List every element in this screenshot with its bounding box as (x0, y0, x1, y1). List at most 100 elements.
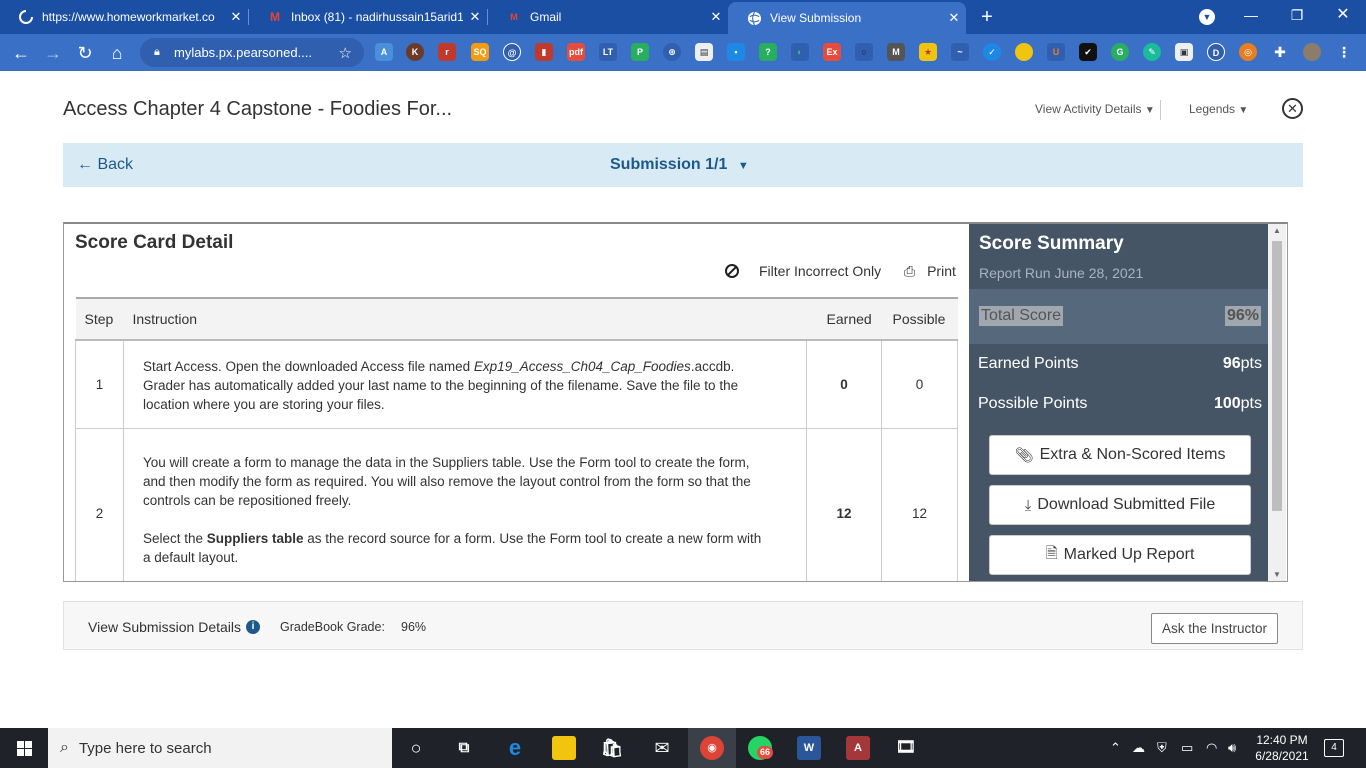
view-submission-details-link[interactable]: View Submission Details i (88, 619, 261, 635)
extension-icon[interactable]: ✎ (1143, 43, 1161, 61)
notification-center-icon[interactable]: 4 (1324, 739, 1344, 757)
extension-icon[interactable]: ▣ (1175, 43, 1193, 61)
extension-icon[interactable]: ✔ (1079, 43, 1097, 61)
windows-logo-icon (17, 749, 24, 756)
close-icon[interactable]: ✕ (704, 9, 728, 25)
score-card-detail: Score Card Detail Filter Incorrect Only … (64, 224, 967, 581)
extension-icon[interactable]: M (887, 43, 905, 61)
view-activity-details-link[interactable]: View Activity Details ▼ (1035, 102, 1155, 116)
arrow-left-icon: ← (77, 156, 93, 173)
submission-selector[interactable]: Submission 1/1 ▼ (610, 156, 749, 174)
edge-icon[interactable]: e (503, 736, 527, 760)
volume-icon[interactable]: 🔊︎ (1228, 740, 1236, 756)
extension-icon[interactable]: @ (503, 43, 521, 61)
marked-label: Marked Up Report (1063, 546, 1195, 563)
maximize-button[interactable]: ❐ (1274, 0, 1320, 30)
tab-homeworkmarket[interactable]: https://www.homeworkmarket.co ✕ (0, 0, 248, 34)
filter-incorrect-button[interactable]: Filter Incorrect Only (725, 263, 881, 279)
tab-search-icon[interactable]: ▼ (1199, 9, 1215, 25)
total-score-label: Total Score (979, 306, 1064, 326)
legends-label: Legends (1189, 102, 1236, 116)
scroll-down-icon[interactable]: ▼ (1268, 570, 1286, 579)
extension-icon[interactable]: ⊕ (663, 43, 681, 61)
back-label: Back (97, 156, 134, 173)
wifi-icon[interactable]: ◠ (1206, 740, 1217, 756)
scroll-up-icon[interactable]: ▲ (1268, 226, 1286, 235)
pts-unit: pts (1240, 355, 1262, 372)
extension-icon[interactable]: ◐ (791, 43, 809, 61)
extension-icon[interactable]: ○ (855, 43, 873, 61)
show-hidden-icons[interactable]: ⌃ (1110, 740, 1121, 756)
tab-gmail[interactable]: M Gmail ✕ (488, 0, 728, 34)
extension-icon[interactable]: LT (599, 43, 617, 61)
filter-label: Filter Incorrect Only (759, 263, 882, 279)
taskbar-clock[interactable]: 12:40 PM 6/28/2021 (1252, 732, 1312, 764)
instruction-text: You will create a form to manage the dat… (142, 455, 751, 508)
submission-bar: ← Back Submission 1/1 ▼ (63, 143, 1303, 187)
more-menu-icon[interactable]: ⋮ (1335, 43, 1353, 61)
star-icon[interactable]: ☆ (339, 44, 352, 62)
extension-icon[interactable] (1015, 43, 1033, 61)
extension-icon[interactable]: G (1111, 43, 1129, 61)
forward-arrow-icon[interactable]: → (41, 41, 65, 65)
extension-icon[interactable]: pdf (567, 43, 585, 61)
extension-icon[interactable]: ◎ (1239, 43, 1257, 61)
access-icon[interactable]: A (846, 736, 870, 760)
tab-view-submission[interactable]: View Submission ✕ (728, 2, 966, 34)
extra-non-scored-button[interactable]: 📎︎ Extra & Non-Scored Items (989, 435, 1251, 475)
mail-icon[interactable]: ✉ (650, 736, 674, 760)
extension-icon[interactable]: ▤ (695, 43, 713, 61)
scrollbar-thumb[interactable] (1272, 241, 1282, 511)
extension-icon[interactable]: ? (759, 43, 777, 61)
close-icon[interactable]: ✕ (942, 10, 966, 26)
ask-instructor-button[interactable]: Ask the Instructor (1151, 613, 1278, 644)
extension-icon[interactable]: ✓ (983, 43, 1001, 61)
task-view-icon[interactable]: ⧉ (452, 736, 476, 760)
video-editor-icon[interactable]: 🎞︎ (894, 736, 918, 760)
store-icon[interactable]: 🛍︎ (600, 736, 624, 760)
extension-icon[interactable]: A (375, 43, 393, 61)
extension-icon[interactable]: ~ (951, 43, 969, 61)
extension-icon[interactable]: U (1047, 43, 1065, 61)
window-close-button[interactable]: ✕ (1320, 0, 1366, 30)
file-explorer-icon[interactable] (552, 736, 576, 760)
security-icon[interactable]: ⛨ (1157, 740, 1167, 756)
close-icon[interactable]: ✕ (224, 9, 248, 25)
marked-up-report-button[interactable]: 🗎︎ Marked Up Report (989, 535, 1251, 575)
back-arrow-icon[interactable]: ← (9, 41, 33, 65)
onedrive-icon[interactable]: ☁ (1132, 740, 1145, 756)
puzzle-icon[interactable]: ✚ (1271, 43, 1289, 61)
extension-icon[interactable]: Ex (823, 43, 841, 61)
chrome-icon[interactable]: ◉ (700, 736, 724, 760)
extension-icon[interactable]: ▪ (727, 43, 745, 61)
extension-icon[interactable]: K (406, 43, 424, 61)
new-tab-button[interactable]: + (976, 4, 998, 30)
whatsapp-icon[interactable]: 66 (748, 736, 774, 760)
reload-icon[interactable]: ↻ (73, 41, 97, 65)
close-icon[interactable]: ✕ (463, 9, 487, 25)
download-submitted-file-button[interactable]: ⤓ Download Submitted File (989, 485, 1251, 525)
extension-icon[interactable]: ▮ (535, 43, 553, 61)
avatar[interactable] (1303, 43, 1321, 61)
extension-icon[interactable]: SQ (471, 43, 489, 61)
print-button[interactable]: ⎙ Print (904, 263, 956, 280)
cortana-icon[interactable]: ○ (404, 736, 428, 760)
word-icon[interactable]: W (797, 736, 821, 760)
minimize-button[interactable]: — (1228, 0, 1274, 30)
globe-icon (746, 10, 762, 26)
battery-icon[interactable]: ▭ (1181, 740, 1193, 756)
extension-icon[interactable]: ★ (919, 43, 937, 61)
address-bar[interactable]: 🔒︎ mylabs.px.pearsoned.... ☆ (140, 38, 364, 67)
taskbar-search-box[interactable]: ⌕ Type here to search (48, 728, 392, 768)
back-button[interactable]: ← Back (77, 156, 133, 174)
extension-icon[interactable]: D (1207, 43, 1225, 61)
extension-icon[interactable]: P (631, 43, 649, 61)
legends-link[interactable]: Legends ▼ (1189, 102, 1248, 116)
extension-icon[interactable]: r (438, 43, 456, 61)
windows-start-button[interactable] (0, 728, 48, 768)
instruction-cell: Start Access. Open the downloaded Access… (122, 339, 808, 429)
home-icon[interactable]: ⌂ (105, 41, 129, 65)
tab-inbox[interactable]: M Inbox (81) - nadirhussain15arid1 ✕ (249, 0, 487, 34)
score-summary-scrollbar[interactable]: ▲ ▼ (1268, 224, 1286, 581)
close-icon[interactable]: ✕ (1282, 98, 1303, 119)
